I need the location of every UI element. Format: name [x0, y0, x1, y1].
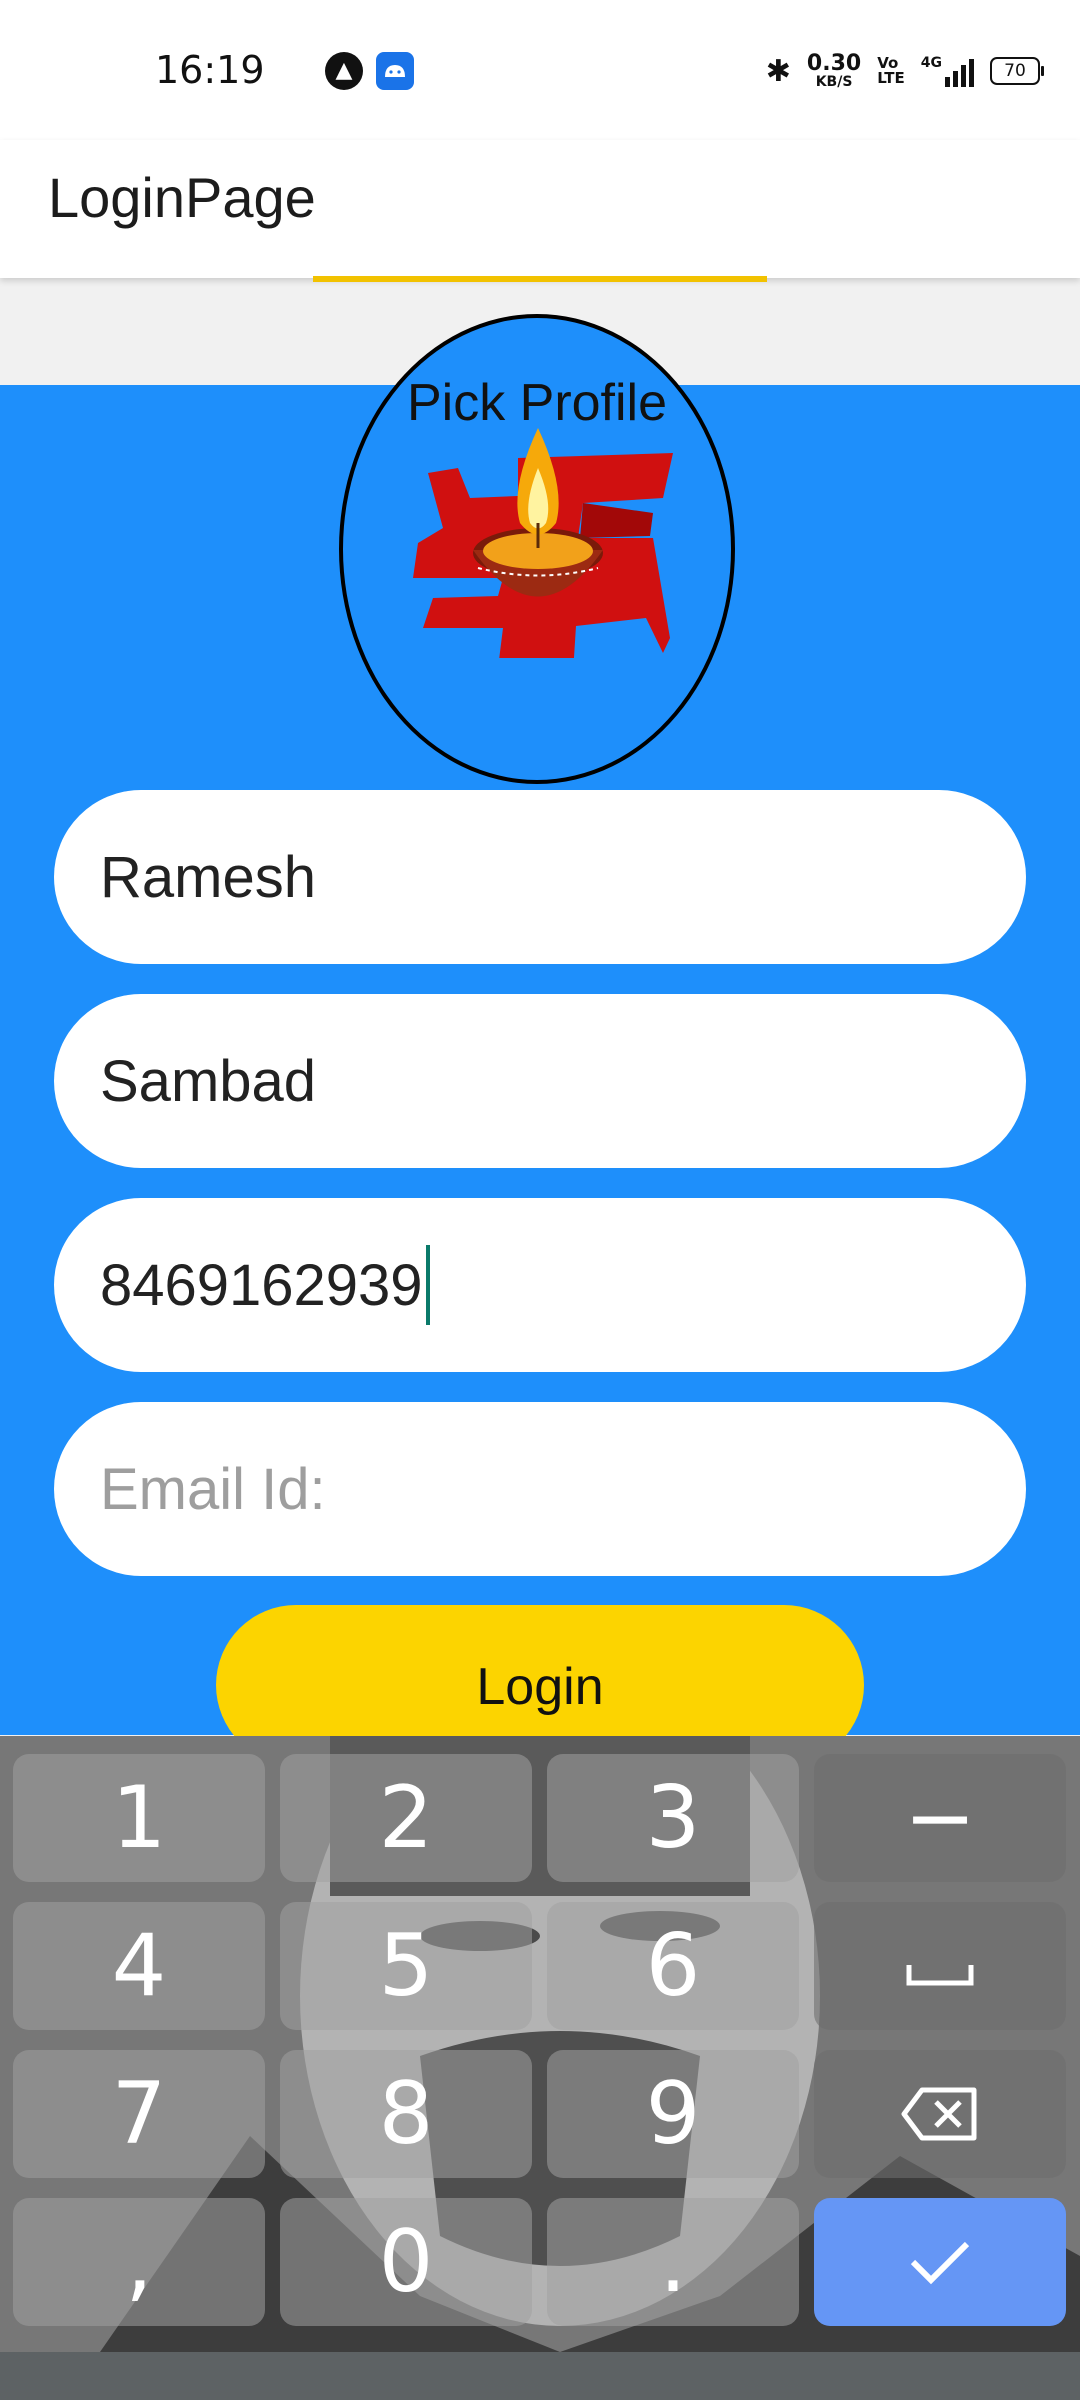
key-8[interactable]: 8 — [280, 2050, 532, 2178]
key-4[interactable]: 4 — [13, 1902, 265, 2030]
key-period[interactable]: . — [547, 2198, 799, 2326]
tab-indicator — [313, 276, 767, 282]
profile-image — [413, 428, 673, 658]
last-name-value: Sambad — [100, 1048, 317, 1114]
space-icon — [906, 1965, 974, 1986]
page-title: LoginPage — [48, 166, 316, 229]
pick-profile-label: Pick Profile — [406, 374, 668, 432]
key-0[interactable]: 0 — [280, 2198, 532, 2326]
signal-icon: 4G — [921, 55, 974, 87]
key-minus[interactable]: − — [814, 1754, 1066, 1882]
status-icons: ✱ 0.30 KB/S Vo LTE 4G 70 — [765, 48, 1044, 94]
pick-profile-button[interactable]: Pick Profile — [339, 314, 735, 784]
phone-value: 8469162939 — [100, 1252, 423, 1318]
key-2[interactable]: 2 — [280, 1754, 532, 1882]
network-speed: 0.30 KB/S — [806, 51, 862, 90]
key-comma[interactable]: , — [13, 2198, 265, 2326]
backspace-icon — [901, 2087, 977, 2141]
text-cursor — [425, 1245, 430, 1325]
check-icon — [910, 2241, 970, 2285]
phone-field[interactable]: 8469162939 — [54, 1198, 1026, 1372]
key-7[interactable]: 7 — [13, 2050, 265, 2178]
status-bar: 16:19 ▲ ✱ 0.30 KB/S Vo LTE 4G 70 — [0, 0, 1080, 140]
battery-icon: 70 — [990, 57, 1044, 85]
volte-icon: Vo LTE — [877, 54, 905, 87]
key-5[interactable]: 5 — [280, 1902, 532, 2030]
a-icon: ▲ — [325, 52, 363, 90]
numeric-keyboard: 1 2 3 − 4 5 6 7 8 9 , 0 . — [0, 1736, 1080, 2352]
first-name-field[interactable]: Ramesh — [54, 790, 1026, 964]
key-6[interactable]: 6 — [547, 1902, 799, 2030]
key-9[interactable]: 9 — [547, 2050, 799, 2178]
key-3[interactable]: 3 — [547, 1754, 799, 1882]
key-1[interactable]: 1 — [13, 1754, 265, 1882]
last-name-field[interactable]: Sambad — [54, 994, 1026, 1168]
android-icon — [376, 52, 414, 90]
bluetooth-icon: ✱ — [765, 53, 791, 89]
key-space[interactable] — [814, 1902, 1066, 2030]
status-time: 16:19 — [155, 48, 265, 92]
app-bar: LoginPage — [0, 140, 1080, 282]
first-name-value: Ramesh — [100, 844, 316, 910]
email-placeholder: Email Id: — [100, 1456, 326, 1522]
system-nav-bar — [0, 2352, 1080, 2400]
key-backspace[interactable] — [814, 2050, 1066, 2178]
key-done[interactable] — [814, 2198, 1066, 2326]
email-field[interactable]: Email Id: — [54, 1402, 1026, 1576]
